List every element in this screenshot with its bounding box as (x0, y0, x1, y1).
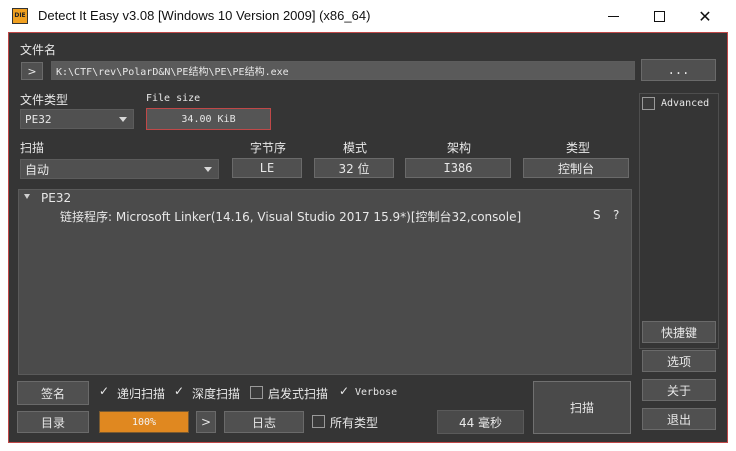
minimize-button[interactable] (590, 0, 636, 32)
file-size-label: File size (146, 93, 201, 104)
type-label: 类型 (566, 141, 591, 155)
heuristic-checkbox[interactable] (250, 386, 263, 399)
exit-button[interactable]: 退出 (642, 408, 716, 430)
file-size-value: 34.00 KiB (146, 108, 271, 130)
options-button[interactable]: 选项 (642, 350, 716, 372)
close-icon: ✕ (698, 6, 712, 26)
signature-marker[interactable]: S (593, 208, 601, 222)
endianness-label: 字节序 (250, 141, 287, 155)
results-tree[interactable]: PE32 链接程序: Microsoft Linker(14.16, Visua… (18, 189, 632, 375)
scan-button[interactable]: 扫描 (533, 381, 631, 434)
tree-row[interactable]: 链接程序: Microsoft Linker(14.16, Visual Stu… (19, 207, 631, 225)
expand-button[interactable]: > (21, 62, 43, 80)
chevron-down-icon (204, 167, 212, 172)
log-button[interactable]: 日志 (224, 411, 304, 433)
maximize-icon (653, 10, 665, 22)
advanced-checkbox[interactable] (642, 97, 655, 110)
recursive-checkmark-icon[interactable]: ✓ (99, 384, 109, 398)
side-panel (639, 93, 719, 349)
file-type-label: 文件类型 (20, 93, 69, 107)
verbose-label: Verbose (355, 387, 398, 398)
about-button[interactable]: 关于 (642, 379, 716, 401)
signatures-button[interactable]: 签名 (17, 381, 89, 405)
scan-label: 扫描 (20, 141, 45, 155)
endianness-value: LE (232, 158, 302, 178)
next-button[interactable]: > (196, 411, 216, 433)
arch-label: 架构 (447, 141, 472, 155)
linker-entry: 链接程序: Microsoft Linker(14.16, Visual Stu… (60, 210, 522, 224)
mode-label: 模式 (343, 141, 368, 155)
file-name-label: 文件名 (20, 43, 57, 57)
all-types-label: 所有类型 (330, 416, 379, 430)
tree-root-pe32[interactable]: PE32 (41, 191, 71, 205)
minimize-icon (607, 15, 619, 17)
advanced-label: Advanced (661, 98, 710, 109)
window-title: Detect It Easy v3.08 [Windows 10 Version… (38, 8, 371, 23)
heuristic-scan-label: 启发式扫描 (268, 387, 329, 401)
app-logo-icon: DIE (12, 8, 28, 24)
recursive-scan-label: 递归扫描 (117, 387, 166, 401)
browse-button[interactable]: ... (641, 59, 716, 81)
maximize-button[interactable] (636, 0, 682, 32)
close-button[interactable]: ✕ (682, 0, 728, 32)
file-type-value: PE32 (25, 112, 52, 126)
all-types-checkbox[interactable] (312, 415, 325, 428)
scan-mode-value: 自动 (25, 162, 50, 177)
mode-value: 32 位 (314, 158, 394, 178)
file-type-select[interactable]: PE32 (20, 109, 134, 129)
shortcuts-button[interactable]: 快捷键 (642, 321, 716, 343)
deep-scan-label: 深度扫描 (192, 387, 241, 401)
verbose-checkmark-icon[interactable]: ✓ (339, 384, 349, 398)
file-path-input[interactable]: K:\CTF\rev\PolarD&N\PE结构\PE\PE结构.exe (51, 61, 635, 80)
scan-mode-select[interactable]: 自动 (20, 159, 219, 179)
chevron-down-icon (119, 117, 127, 122)
directory-button[interactable]: 目录 (17, 411, 89, 433)
tree-expand-icon[interactable] (24, 194, 30, 199)
arch-value: I386 (405, 158, 511, 178)
type-value: 控制台 (523, 158, 629, 178)
title-bar: DIE Detect It Easy v3.08 [Windows 10 Ver… (0, 0, 736, 32)
info-marker[interactable]: ? (613, 208, 619, 222)
deep-checkmark-icon[interactable]: ✓ (174, 384, 184, 398)
progress-bar: 100% (99, 411, 189, 433)
progress-text: 100% (131, 416, 157, 428)
elapsed-time: 44 毫秒 (437, 410, 524, 434)
main-panel: 文件名 > K:\CTF\rev\PolarD&N\PE结构\PE\PE结构.e… (8, 32, 728, 443)
